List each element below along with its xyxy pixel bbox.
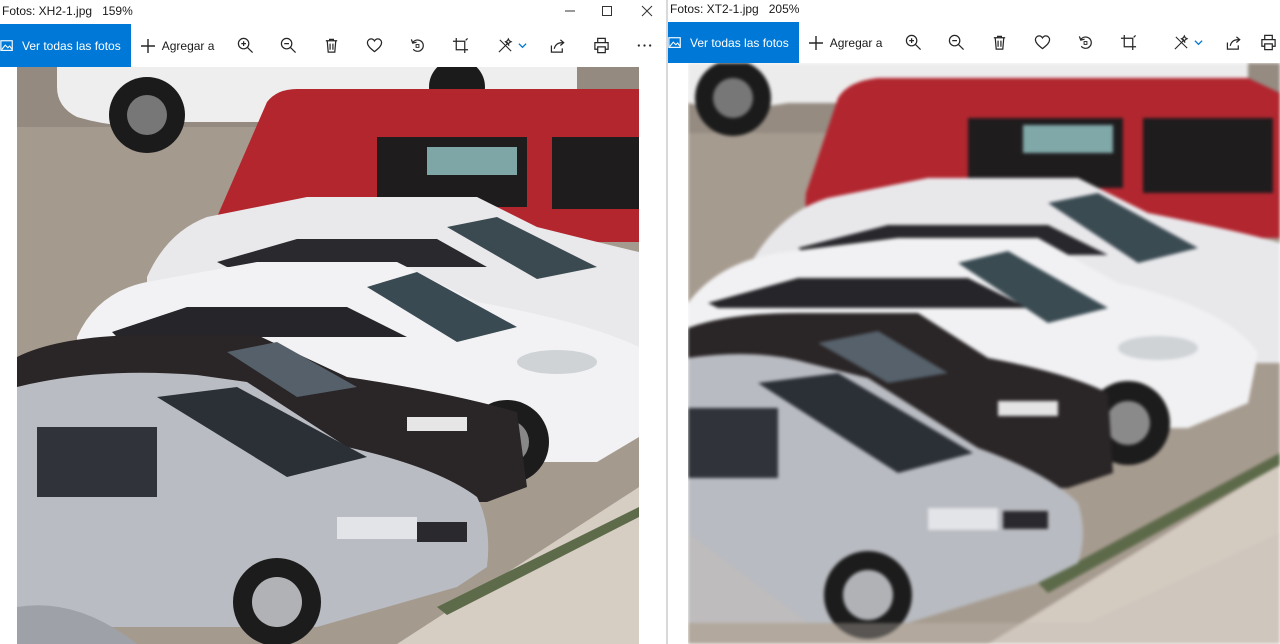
chevron-down-icon	[518, 43, 527, 49]
zoom-level: 205%	[768, 2, 800, 16]
more-button[interactable]	[623, 24, 666, 67]
minimize-button[interactable]	[550, 0, 590, 22]
zoom-out-button[interactable]	[935, 22, 978, 63]
enhance-icon	[1174, 34, 1189, 50]
print-icon	[594, 37, 609, 54]
heart-icon	[1035, 35, 1051, 50]
print-button[interactable]	[1256, 22, 1280, 63]
print-button[interactable]	[580, 24, 623, 67]
crop-icon	[453, 37, 469, 54]
title-bar[interactable]: Fotos: XH2-1.jpg 159%	[0, 0, 666, 24]
window-title: Fotos: XH2-1.jpg 159%	[2, 4, 133, 18]
enhance-icon	[498, 37, 513, 53]
title-bar[interactable]: Fotos: XT2-1.jpg 205%	[668, 0, 1280, 24]
add-to-button[interactable]: Agregar a	[131, 24, 225, 67]
photos-window-right: Fotos: XT2-1.jpg 205% Ver todas las foto…	[668, 0, 1280, 644]
trash-icon	[994, 35, 1006, 50]
photos-toolbar: Ver todas las fotos Agregar a	[0, 24, 666, 67]
see-all-photos-label: Ver todas las fotos	[690, 35, 789, 50]
zoom-in-button[interactable]	[224, 24, 267, 67]
see-all-photos-label: Ver todas las fotos	[22, 38, 121, 53]
delete-button[interactable]	[978, 22, 1021, 63]
parked-cars-photo	[688, 63, 1280, 644]
window-title-filename: Fotos: XH2-1.jpg	[2, 4, 93, 18]
rotate-button[interactable]	[396, 24, 439, 67]
rotate-icon	[411, 39, 425, 52]
maximize-icon	[602, 6, 612, 16]
rotate-button[interactable]	[1064, 22, 1107, 63]
close-button[interactable]	[627, 0, 666, 22]
zoom-in-icon	[906, 34, 922, 51]
add-to-label: Agregar a	[829, 35, 883, 50]
share-icon	[1226, 36, 1241, 50]
window-title-filename: Fotos: XT2-1.jpg	[670, 2, 759, 16]
photo-viewer[interactable]	[668, 63, 1280, 644]
share-icon	[550, 39, 565, 53]
favorite-button[interactable]	[353, 24, 396, 67]
photos-toolbar: Ver todas las fotos Agregar a	[668, 22, 1280, 63]
zoom-in-icon	[238, 37, 254, 54]
see-all-photos-button[interactable]: Ver todas las fotos	[668, 22, 799, 63]
edit-create-button[interactable]	[487, 24, 537, 67]
delete-button[interactable]	[310, 24, 353, 67]
crop-icon	[1121, 34, 1137, 51]
more-icon	[637, 44, 652, 47]
close-icon	[641, 5, 653, 17]
crop-button[interactable]	[1107, 22, 1150, 63]
edit-create-button[interactable]	[1163, 22, 1213, 63]
plus-icon	[140, 38, 155, 53]
heart-icon	[367, 38, 383, 53]
zoom-out-icon	[281, 37, 297, 54]
share-button[interactable]	[537, 24, 580, 67]
zoom-in-button[interactable]	[892, 22, 935, 63]
photos-icon	[668, 35, 684, 51]
parked-cars-photo	[17, 67, 639, 644]
share-button[interactable]	[1213, 22, 1256, 63]
add-to-button[interactable]: Agregar a	[799, 22, 893, 63]
maximize-button[interactable]	[587, 0, 627, 22]
window-title: Fotos: XT2-1.jpg 205%	[670, 2, 799, 16]
photo-image[interactable]	[17, 67, 639, 644]
see-all-photos-button[interactable]: Ver todas las fotos	[0, 24, 131, 67]
add-to-label: Agregar a	[161, 38, 215, 53]
crop-button[interactable]	[439, 24, 482, 67]
minimize-icon	[565, 10, 575, 12]
zoom-out-icon	[949, 34, 965, 51]
trash-icon	[326, 38, 338, 53]
zoom-out-button[interactable]	[267, 24, 310, 67]
rotate-icon	[1079, 36, 1093, 49]
photos-window-left: Fotos: XH2-1.jpg 159% Ver todas las foto…	[0, 0, 666, 644]
plus-icon	[808, 35, 823, 50]
print-icon	[1260, 34, 1276, 51]
chevron-down-icon	[1194, 40, 1203, 46]
photo-viewer[interactable]	[0, 67, 666, 644]
photo-image[interactable]	[688, 63, 1280, 644]
favorite-button[interactable]	[1021, 22, 1064, 63]
zoom-level: 159%	[102, 4, 133, 18]
photos-icon	[0, 38, 16, 54]
